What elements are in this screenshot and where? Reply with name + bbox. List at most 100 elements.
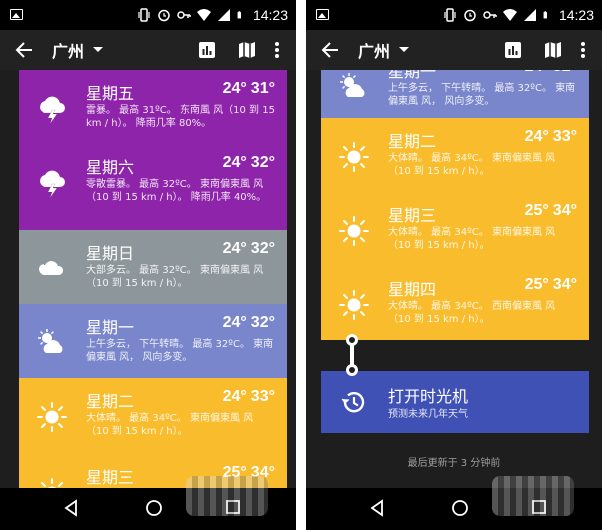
sun-icon xyxy=(337,288,371,322)
time-machine-subtitle: 预测未来几年天气 xyxy=(388,409,468,420)
clock: 14:23 xyxy=(252,7,288,23)
chevron-down-icon[interactable] xyxy=(93,47,103,52)
forecast-description: 大体晴。 最高 34ºC。 東南偏東風 风 （10 到 15 km / h）。 xyxy=(388,227,556,251)
forecast-description: 零散雷暴。 最高 32ºC。 東南偏東風 风（10 到 15 km / h）。 … xyxy=(86,179,267,203)
chevron-down-icon[interactable] xyxy=(399,47,409,52)
thunderstorm-icon xyxy=(35,92,69,126)
sun-icon xyxy=(35,476,69,488)
cloudy-icon xyxy=(35,252,69,286)
forecast-list: 星期一 24° 32° 上午多云， 下午转晴。 最高 32ºC。 東南偏東風 风， 风… xyxy=(306,70,602,488)
map-icon[interactable] xyxy=(236,39,258,61)
temperature-range: 24° 32° xyxy=(525,70,577,76)
nav-back-icon[interactable] xyxy=(64,499,78,517)
wifi-icon xyxy=(502,9,517,21)
battery-icon xyxy=(237,11,241,19)
phone-screen-right: 14:23 广州 星期一 24° 32° 上午多云， 下午转晴。 最高 32ºC。 東… xyxy=(306,0,602,530)
alarm-icon xyxy=(464,9,476,22)
forecast-day: 星期一 xyxy=(388,70,437,81)
temperature-range: 24°32° xyxy=(223,240,275,258)
forecast-description: 大体晴。 最高 34ºC。 西南偏東風 风 （10 到 15 km / h）。 xyxy=(388,301,556,325)
app-bar: 广州 xyxy=(306,30,602,70)
alarm-icon xyxy=(158,9,170,22)
image-notification-icon xyxy=(316,9,329,20)
forecast-card[interactable]: 星期四 25° 34° 大体晴。 最高 34ºC。 西南偏東風 风 （10 到 15 … xyxy=(321,266,589,340)
high-temperature: 32° xyxy=(250,314,275,331)
high-temperature: 33° xyxy=(250,388,275,405)
high-temperature: 33° xyxy=(552,128,577,145)
high-temperature: 32° xyxy=(250,240,275,257)
forecast-day: 星期三 xyxy=(388,206,437,225)
back-arrow-icon[interactable] xyxy=(12,38,36,62)
phone-screen-left: 14:23 广州 星期五 24° 31° 雷暴。 最高 31ºC。 东南風 风（10 … xyxy=(0,0,296,530)
high-temperature: 34° xyxy=(552,202,577,219)
low-temperature: 24° xyxy=(525,70,549,75)
more-vert-icon[interactable] xyxy=(272,39,282,61)
forecast-description: 大部多云。 最高 32ºC。 東南偏東風 风（10 到 15 km / h）。 xyxy=(86,265,264,289)
forecast-description: 大体晴。 最高 34ºC。 東南偏東風 风 （10 到 15 km / h）。 xyxy=(86,413,254,437)
clock: 14:23 xyxy=(558,7,594,23)
forecast-day: 星期一 xyxy=(86,318,135,337)
forecast-day: 星期日 xyxy=(86,244,135,263)
forecast-card[interactable]: 星期三 25° 34° 大体晴。 最高 34ºC。 東南偏東風 风 （10 到 15 … xyxy=(321,192,589,266)
forecast-card[interactable]: 星期二 24° 33° 大体晴。 最高 34ºC。 東南偏東風 风 （10 到 15 … xyxy=(321,118,589,192)
low-temperature: 24° xyxy=(524,128,549,145)
forecast-description: 上午多云， 下午转晴。 最高 32ºC。 東南偏東風 风， 风向多变。 xyxy=(388,83,576,107)
forecast-card[interactable]: 星期二 24° 33° 大体晴。 最高 34ºC。 東南偏東風 风 （10 到 15 … xyxy=(19,378,287,454)
signal-icon xyxy=(523,9,536,21)
history-icon xyxy=(341,392,365,413)
pixelated-watermark xyxy=(186,476,268,516)
key-icon xyxy=(177,11,191,19)
nav-home-icon[interactable] xyxy=(451,499,469,517)
chart-icon[interactable] xyxy=(196,39,218,61)
forecast-card[interactable]: 星期六 24° 32° 零散雷暴。 最高 32ºC。 東南偏東風 风（10 到 15 … xyxy=(19,144,287,230)
low-temperature: 25° xyxy=(524,276,549,293)
chart-icon[interactable] xyxy=(502,39,524,61)
sun-icon xyxy=(337,140,371,174)
temperature-range: 25° 34° xyxy=(525,276,577,294)
sun-icon xyxy=(35,400,69,434)
forecast-day: 星期二 xyxy=(388,132,437,151)
app-bar: 广州 xyxy=(0,30,296,70)
high-temperature: 32° xyxy=(553,70,577,75)
city-selector[interactable]: 广州 xyxy=(52,38,84,62)
forecast-description: 雷暴。 最高 31ºC。 东南風 风（10 到 15 km / h）。 降雨几率… xyxy=(86,105,275,129)
forecast-description: 大体晴。 最高 34ºC。 東南偏東風 风 （10 到 15 km / h）。 xyxy=(388,153,556,177)
temperature-range: 25° 34° xyxy=(525,202,577,220)
temperature-range: 24°32° xyxy=(223,154,275,172)
partly-cloudy-icon xyxy=(337,70,371,104)
temperature-range: 24° 31° xyxy=(223,80,275,98)
forecast-card[interactable]: 星期一 24° 32° 上午多云， 下午转晴。 最高 32ºC。 東南偏東風 风， 风… xyxy=(321,70,589,118)
time-machine-card[interactable]: 打开时光机 预测未来几年天气 xyxy=(321,371,589,433)
high-temperature: 31° xyxy=(250,80,275,97)
status-bar: 14:23 xyxy=(306,0,602,30)
thunderstorm-icon xyxy=(35,166,69,200)
vibrate-icon xyxy=(444,8,456,22)
forecast-card[interactable]: 星期一 24°32° 上午多云， 下午转晴。 最高 32ºC。 東南偏東風 风， 风… xyxy=(19,304,287,378)
time-machine-title: 打开时光机 xyxy=(388,387,469,406)
city-selector[interactable]: 广州 xyxy=(358,38,390,62)
partly-cloudy-icon xyxy=(35,326,69,360)
last-updated-text: 最后更新于 3 分钟前 xyxy=(407,458,501,469)
temperature-range: 24°32° xyxy=(223,314,275,332)
battery-icon xyxy=(543,11,547,19)
map-icon[interactable] xyxy=(542,39,564,61)
high-temperature: 32° xyxy=(250,154,275,171)
forecast-day: 星期三 xyxy=(86,468,135,487)
signal-icon xyxy=(217,9,230,21)
forecast-card[interactable]: 星期五 24° 31° 雷暴。 最高 31ºC。 东南風 风（10 到 15 km /… xyxy=(19,70,287,144)
more-vert-icon[interactable] xyxy=(578,39,588,61)
low-temperature: 24° xyxy=(222,80,247,97)
wifi-icon xyxy=(196,9,211,21)
low-temperature: 25° xyxy=(524,202,549,219)
low-temperature: 24° xyxy=(222,314,247,331)
back-arrow-icon[interactable] xyxy=(318,38,342,62)
forecast-description: 上午多云， 下午转晴。 最高 32ºC。 東南偏東風 风， 风向多变。 xyxy=(86,339,274,363)
timeline-dot-bottom xyxy=(346,364,358,376)
forecast-card[interactable]: 星期日 24° 32° 大部多云。 最高 32ºC。 東南偏東風 风（10 到 15 … xyxy=(19,230,287,304)
status-bar: 14:23 xyxy=(0,0,296,30)
temperature-range: 24° 33° xyxy=(223,388,275,406)
high-temperature: 34° xyxy=(552,276,577,293)
nav-home-icon[interactable] xyxy=(145,499,163,517)
forecast-day: 星期五 xyxy=(86,84,135,103)
nav-back-icon[interactable] xyxy=(370,499,384,517)
